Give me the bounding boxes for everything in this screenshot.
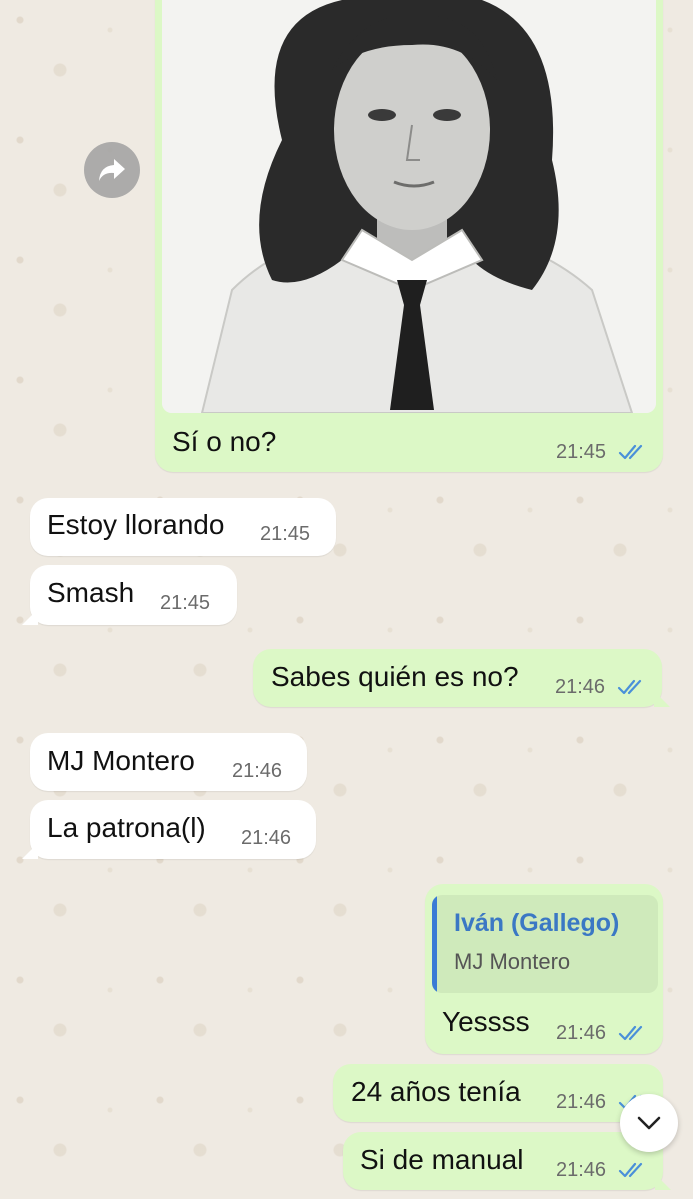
incoming-message-bubble[interactable]: Smash 21:45 (30, 565, 237, 625)
message-text: MJ Montero (47, 745, 195, 776)
message-time: 21:45 (556, 441, 607, 463)
shared-photo[interactable] (162, 0, 656, 413)
message-time: 21:46 (556, 1022, 607, 1044)
double-check-read-icon (618, 1025, 643, 1041)
forward-arrow-icon (99, 159, 125, 181)
chevron-down-icon (637, 1116, 661, 1130)
message-time: 21:46 (241, 827, 292, 849)
message-time: 21:46 (555, 676, 606, 698)
incoming-message-bubble[interactable]: Estoy llorando 21:45 (30, 498, 336, 556)
message-text: Sabes quién es no? (271, 661, 519, 692)
message-time: 21:46 (232, 760, 283, 782)
double-check-read-icon (617, 679, 642, 695)
double-check-read-icon (618, 444, 643, 460)
message-text: La patrona(l) (47, 812, 206, 843)
portrait-photo-image (162, 0, 656, 413)
scroll-to-bottom-button[interactable] (620, 1094, 678, 1152)
outgoing-message-bubble[interactable]: Sabes quién es no? 21:46 (253, 649, 662, 707)
image-caption: Sí o no? (172, 426, 277, 457)
message-text: Yessss (442, 1006, 530, 1037)
message-time: 21:45 (260, 523, 311, 545)
message-time: 21:46 (556, 1159, 607, 1181)
message-text: Si de manual (360, 1144, 524, 1175)
message-text: Estoy llorando (47, 509, 225, 540)
quote-accent-bar (432, 895, 437, 993)
outgoing-message-bubble[interactable]: 24 años tenía 21:46 (333, 1064, 663, 1122)
message-time: 21:46 (556, 1091, 607, 1113)
forward-button[interactable] (84, 142, 140, 198)
incoming-message-bubble[interactable]: La patrona(l) 21:46 (30, 800, 316, 859)
double-check-read-icon (618, 1162, 643, 1178)
quoted-message[interactable]: Iván (Gallego) MJ Montero (432, 895, 658, 993)
message-text: Smash (47, 577, 135, 608)
incoming-message-bubble[interactable]: MJ Montero 21:46 (30, 733, 307, 791)
outgoing-message-bubble[interactable]: Si de manual 21:46 (343, 1132, 663, 1190)
message-time: 21:45 (160, 592, 211, 614)
quoted-author: Iván (Gallego) (454, 909, 620, 937)
quoted-text: MJ Montero (454, 949, 571, 974)
message-text: 24 años tenía (351, 1076, 521, 1107)
